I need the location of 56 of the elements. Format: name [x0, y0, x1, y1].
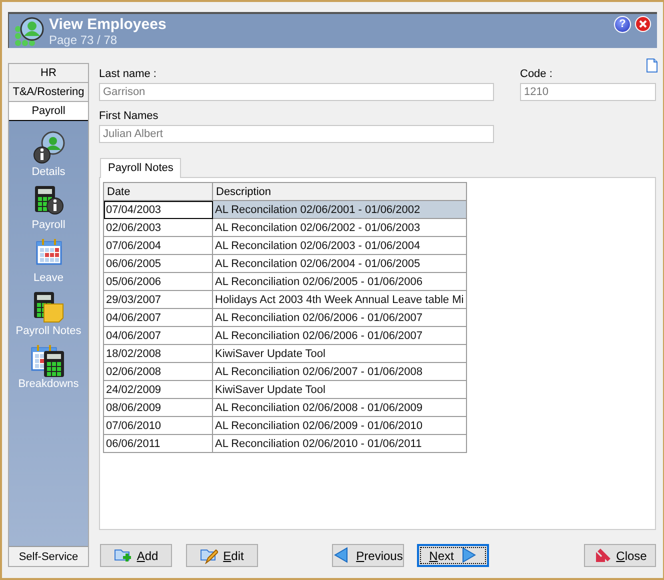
date-cell: 06/06/2011 — [104, 434, 212, 452]
description-cell: KiwiSaver Update Tool — [212, 344, 466, 362]
date-cell: 02/06/2008 — [104, 362, 212, 380]
text-field[interactable]: 1210 — [520, 83, 656, 101]
text-field[interactable]: Garrison — [99, 83, 494, 101]
page-counter: Page 73 / 78 — [49, 32, 118, 46]
description-cell: AL Reconciliation 02/06/2008 - 01/06/2009 — [212, 398, 466, 416]
description-cell: AL Reconcilation 02/06/2003 - 01/06/2004 — [212, 236, 466, 254]
section-tab[interactable]: Payroll Notes — [100, 158, 182, 178]
description-cell: KiwiSaver Update Tool — [212, 380, 466, 398]
description-cell: AL Reconciliation 02/06/2005 - 01/06/2006 — [212, 272, 466, 290]
folder-plus-icon — [114, 547, 132, 564]
module-tab[interactable]: HR — [9, 64, 88, 83]
exit-arrow-icon — [593, 547, 612, 564]
date-cell: 07/04/2003 — [104, 200, 212, 218]
self-service-tab[interactable]: Self-Service — [9, 546, 88, 566]
close-icon[interactable] — [635, 16, 651, 32]
text-field[interactable]: Julian Albert — [99, 125, 494, 143]
description-cell: Holidays Act 2003 4th Week Annual Leave table Mi — [212, 290, 466, 308]
close-button[interactable]: Close — [584, 544, 656, 567]
date-cell: 07/06/2004 — [104, 236, 212, 254]
description-cell: AL Reconciliation 02/06/2006 - 01/06/2007 — [212, 326, 466, 344]
description-cell: AL Reconcilation 02/06/2004 - 01/06/2005 — [212, 254, 466, 272]
date-cell: 24/02/2009 — [104, 380, 212, 398]
description-cell: AL Reconcilation 02/06/2001 - 01/06/2002 — [212, 200, 466, 218]
previous-button[interactable]: Previous — [332, 544, 404, 567]
person-info-icon — [30, 131, 66, 165]
column-header[interactable]: Description — [212, 182, 466, 200]
description-cell: AL Reconcilation 02/06/2002 - 01/06/2003 — [212, 218, 466, 236]
field-label: Code : — [520, 68, 554, 81]
window-title: View Employees — [49, 16, 168, 32]
description-cell: AL Reconciliation 02/06/2010 - 01/06/2011 — [212, 434, 466, 452]
date-cell: 02/06/2003 — [104, 218, 212, 236]
module-tab[interactable]: Payroll — [9, 102, 88, 121]
date-cell: 18/02/2008 — [104, 344, 212, 362]
date-cell: 07/06/2010 — [104, 416, 212, 434]
next-button[interactable]: Next — [417, 544, 489, 567]
date-cell: 06/06/2005 — [104, 254, 212, 272]
column-header[interactable]: Date — [104, 182, 212, 200]
date-cell: 05/06/2006 — [104, 272, 212, 290]
add-button[interactable]: Add — [100, 544, 172, 567]
date-cell: 04/06/2007 — [104, 308, 212, 326]
people-logo-icon — [13, 15, 45, 47]
description-cell: AL Reconciliation 02/06/2007 - 01/06/2008 — [212, 362, 466, 380]
folder-pencil-icon — [200, 547, 218, 564]
date-cell: 04/06/2007 — [104, 326, 212, 344]
description-cell: AL Reconciliation 02/06/2006 - 01/06/2007 — [212, 308, 466, 326]
date-cell: 29/03/2007 — [104, 290, 212, 308]
description-cell: AL Reconciliation 02/06/2009 - 01/06/2010 — [212, 416, 466, 434]
calendar-calculator-icon — [30, 343, 66, 377]
edit-button[interactable]: Edit — [186, 544, 258, 567]
field-label: Last name : — [99, 68, 158, 81]
field-label: First Names — [99, 110, 160, 123]
document-icon[interactable] — [646, 58, 658, 73]
date-cell: 08/06/2009 — [104, 398, 212, 416]
module-tab[interactable]: T&A/Rostering — [9, 83, 88, 102]
